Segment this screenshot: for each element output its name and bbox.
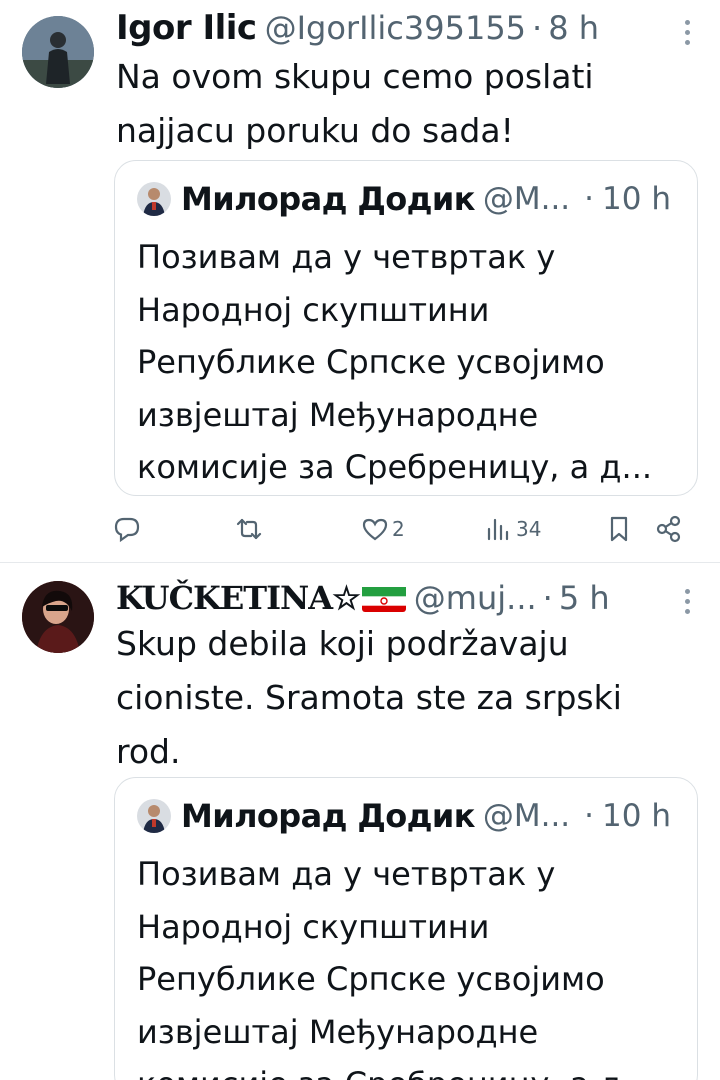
quoted-tweet-text: Позивам да у четвртак у Народној скупшти… — [137, 848, 687, 1080]
quoted-display-name: Милорад Додик — [181, 180, 475, 218]
quoted-text-line: Позивам да у четвртак у — [137, 238, 556, 276]
quoted-text-line: Народној скупштини — [137, 907, 490, 946]
more-options-icon[interactable] — [684, 20, 692, 50]
views-icon — [487, 518, 509, 541]
bookmark-icon — [610, 516, 628, 542]
quoted-tweet-header: Милорад Додик @M... · 10 h — [137, 179, 671, 219]
quoted-tweet-header: Милорад Додик @M... · 10 h — [137, 796, 671, 836]
retweet-button[interactable] — [234, 512, 264, 546]
more-options-icon[interactable] — [684, 589, 692, 619]
quoted-text-line: комисије за Сребреницу, а д... — [137, 1058, 687, 1080]
tweet-text-line: rod. — [116, 732, 181, 771]
quoted-text-line: извјештај Међународне — [137, 395, 539, 434]
quoted-tweet[interactable]: Милорад Додик @M... · 10 h Позивам да у … — [114, 777, 698, 1080]
tweet-text-line: cioniste. Sramota ste za srpski — [116, 678, 622, 717]
quoted-text-line: Републике Српске усвојимо — [137, 960, 605, 998]
quoted-text-line: Републике Српске усвојимо — [137, 343, 605, 381]
quoted-text-line: извјештај Међународне — [137, 1012, 539, 1051]
quoted-text-line: комисије за Сребреницу, а д... — [137, 448, 653, 486]
tweet-text-line: Skup debila koji podržavaju — [116, 624, 569, 663]
retweet-icon — [236, 518, 262, 540]
avatar[interactable] — [22, 581, 94, 653]
timestamp[interactable]: 5 h — [559, 579, 610, 617]
tweet-text-line: Na ovom skupu cemo poslati — [116, 57, 594, 96]
tweet-actions: 2 34 — [0, 506, 720, 552]
iran-flag-icon — [361, 584, 406, 612]
user-handle[interactable]: @muj... — [414, 579, 537, 617]
display-name[interactable]: KUČKETINA☆ — [116, 579, 361, 617]
share-icon — [656, 515, 681, 543]
quoted-avatar — [137, 182, 171, 216]
quoted-timestamp: 10 h — [602, 798, 671, 834]
quoted-avatar — [137, 799, 171, 833]
heart-icon — [362, 518, 388, 541]
share-button[interactable] — [654, 512, 684, 546]
tweet-header: Igor Ilic @IgorIlic395155 · 8 h — [116, 8, 599, 48]
reply-button[interactable] — [112, 512, 142, 546]
like-button[interactable]: 2 — [360, 512, 405, 546]
quoted-tweet-text: Позивам да у четвртак у Народној скупшти… — [137, 231, 687, 494]
separator-dot: · — [542, 579, 553, 617]
separator-dot: · — [584, 181, 595, 217]
views-button[interactable]: 34 — [484, 512, 541, 546]
avatar[interactable] — [22, 16, 94, 88]
reply-icon — [114, 517, 140, 543]
separator-dot: · — [584, 798, 595, 834]
display-name[interactable]: Igor Ilic — [116, 8, 257, 48]
quoted-timestamp: 10 h — [602, 181, 671, 217]
quoted-user-handle: @M... — [482, 798, 571, 834]
views-count: 34 — [516, 517, 542, 541]
quoted-text-line: Позивам да у четвртак у — [137, 855, 556, 893]
separator-dot: · — [532, 9, 543, 47]
quoted-user-handle: @M... — [482, 181, 571, 217]
tweet-text-line: najjacu poruku do sada! — [116, 111, 514, 150]
like-count: 2 — [392, 517, 405, 541]
tweet[interactable]: KUČKETINA☆ @muj... · 5 h Skup debila koj… — [0, 563, 720, 1080]
bookmark-button[interactable] — [604, 512, 634, 546]
tweet-text: Skup debila koji podržavaju cioniste. Sr… — [116, 617, 696, 779]
quoted-text-line: Народној скупштини — [137, 290, 490, 329]
tweet[interactable]: Igor Ilic @IgorIlic395155 · 8 h Na ovom … — [0, 0, 720, 562]
user-handle[interactable]: @IgorIlic395155 — [265, 9, 526, 47]
tweet-header: KUČKETINA☆ @muj... · 5 h — [116, 578, 610, 618]
tweet-text: Na ovom skupu cemo poslati najjacu poruk… — [116, 50, 696, 158]
quoted-tweet[interactable]: Милорад Додик @M... · 10 h Позивам да у … — [114, 160, 698, 496]
timestamp[interactable]: 8 h — [548, 9, 599, 47]
quoted-display-name: Милорад Додик — [181, 797, 475, 835]
